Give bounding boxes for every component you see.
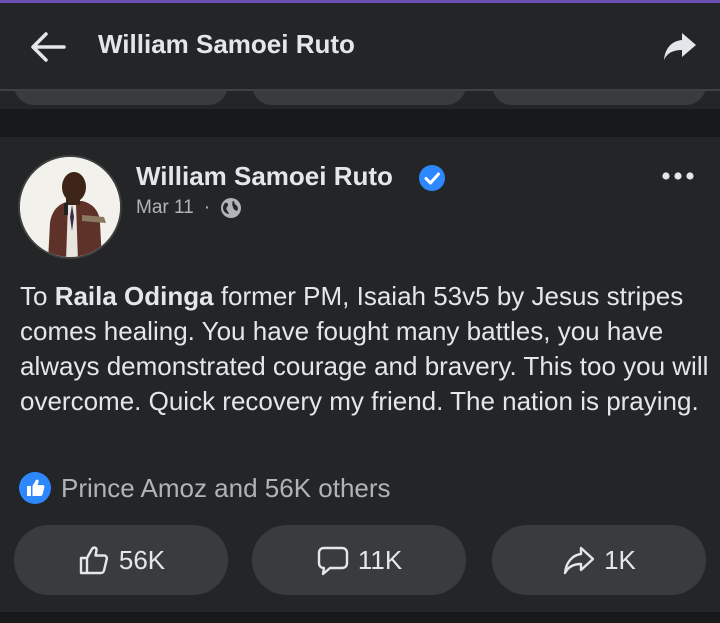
comment-count: 11K (357, 544, 403, 575)
more-options-icon[interactable] (660, 169, 696, 183)
post-text: To Raila Odinga former PM, Isaiah 53v5 b… (20, 279, 710, 419)
reactions-text: Prince Amoz and 56K others (61, 472, 391, 503)
globe-icon (221, 198, 242, 218)
partial-pill (14, 91, 228, 105)
mentioned-person-link[interactable]: Raila Odinga (55, 281, 214, 311)
comment-button[interactable]: 11K (252, 525, 466, 595)
author-name[interactable]: William Samoei Ruto (136, 161, 393, 192)
share-arrow-icon (563, 546, 595, 575)
feed-gap-bottom (0, 612, 720, 623)
post-text-part: To (20, 281, 55, 311)
like-button[interactable]: 56K (14, 525, 228, 595)
meta-separator: · (203, 197, 211, 218)
scrolled-actions-strip (0, 91, 720, 109)
verified-badge-icon (419, 165, 445, 191)
like-reaction-icon (19, 472, 51, 504)
arrow-left-icon[interactable] (28, 29, 68, 65)
thumbs-up-icon (79, 546, 108, 575)
reactions-summary[interactable]: Prince Amoz and 56K others (18, 471, 391, 505)
share-button[interactable]: 1K (492, 525, 706, 595)
page-title: William Samoei Ruto (98, 29, 355, 59)
post-meta: Mar 11 · (136, 197, 242, 219)
top-bar: William Samoei Ruto (0, 3, 720, 89)
partial-pill (252, 91, 466, 105)
avatar-photo (20, 157, 120, 257)
like-count: 56K (118, 544, 166, 575)
feed-gap (0, 109, 720, 137)
comment-icon (317, 546, 349, 576)
post-card: William Samoei Ruto Mar 11 · To Raila Od… (0, 137, 720, 612)
post-date[interactable]: Mar 11 (136, 197, 194, 219)
share-count: 1K (604, 544, 636, 575)
avatar[interactable] (18, 155, 122, 259)
share-icon[interactable] (662, 29, 698, 63)
partial-pill (492, 91, 706, 105)
